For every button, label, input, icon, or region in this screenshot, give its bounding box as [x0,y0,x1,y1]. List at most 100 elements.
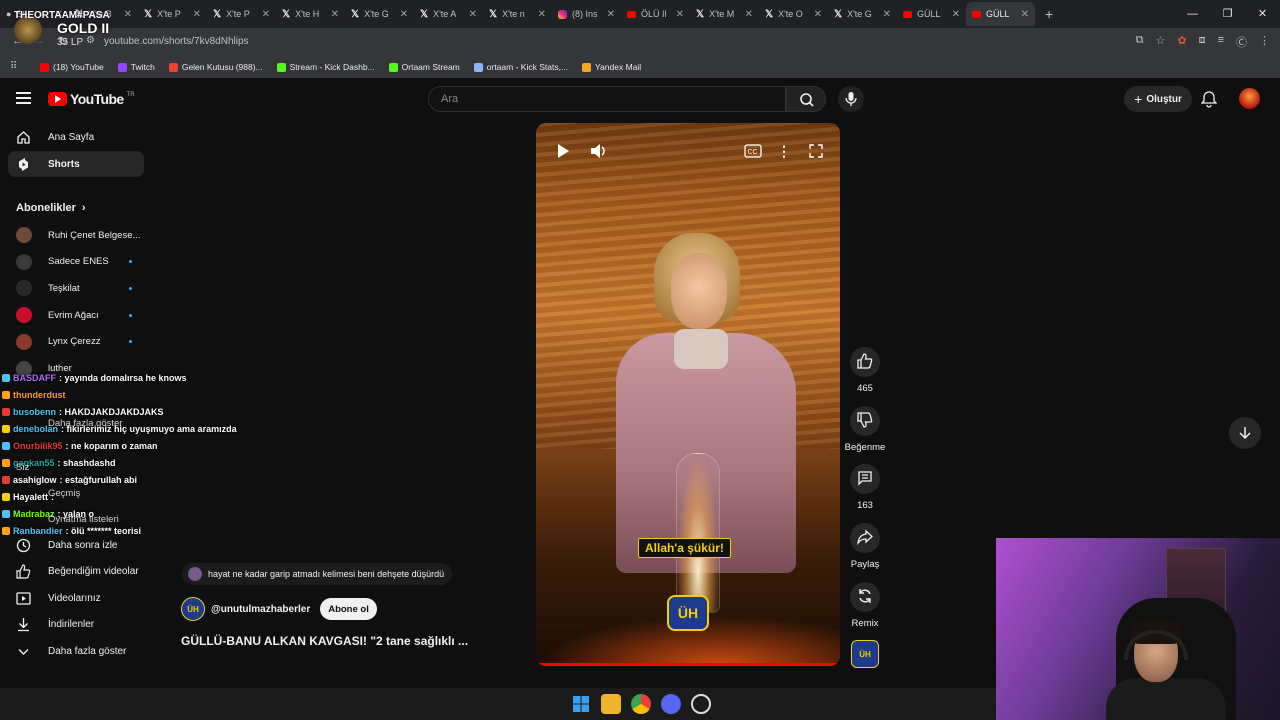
new-tab-button[interactable]: + [1035,6,1063,22]
restore-button[interactable]: ❐ [1210,0,1245,28]
bookmark-item[interactable]: ortaam - Kick Stats,... [473,62,568,72]
browser-tab[interactable]: 𝕏 X'te n ✕ [483,2,552,26]
close-tab-icon[interactable]: ✕ [538,9,546,20]
sidebar-item-label: Shorts [48,158,80,170]
browser-tab[interactable]: GÜLL ✕ [966,2,1035,26]
discord-icon[interactable] [661,694,681,714]
share-button[interactable] [850,523,880,553]
windows-start-icon[interactable] [571,694,591,714]
remix-audio-thumbnail[interactable]: ÜH [851,640,879,668]
sidebar-underlay-item[interactable]: Oynatma listeleri [48,514,119,525]
file-explorer-icon[interactable] [601,694,621,714]
sidebar-item-home[interactable]: Ana Sayfa [8,124,144,150]
sidebar-item-chevron-down[interactable]: Daha fazla göster [8,638,144,664]
bookmark-item[interactable]: Stream - Kick Dashb... [276,62,375,72]
comments-label: 163 [857,500,873,511]
browser-tab[interactable]: 𝕏 X'te A ✕ [414,2,483,26]
subscription-item[interactable]: Teşkilat [16,277,144,299]
close-window-button[interactable]: ✕ [1245,0,1280,28]
subscription-item[interactable]: Lynx Çerezz [16,331,144,353]
close-tab-icon[interactable]: ✕ [469,9,477,20]
fullscreen-button[interactable] [804,141,828,161]
subscription-item[interactable]: Ruhi Çenet Belgese... [16,224,144,246]
close-tab-icon[interactable]: ✕ [676,9,684,20]
create-button[interactable]: + Oluştur [1124,86,1192,112]
chevron-right-icon: › [81,202,86,214]
subscriptions-heading[interactable]: Abonelikler › [16,202,86,214]
sidebar-underlay-item[interactable]: Siz [16,462,29,473]
sidebar-item-download[interactable]: İndirilenler [8,612,144,638]
minimize-button[interactable]: — [1175,0,1210,28]
remix-button[interactable] [850,582,880,612]
browser-tab[interactable]: 𝕏 X'te G ✕ [828,2,897,26]
chat-username: busobenn [13,407,56,417]
menu-kebab-icon[interactable]: ⋮ [1259,34,1270,50]
apps-grid-icon[interactable]: ⠿ [10,61,17,72]
obs-icon[interactable] [691,694,711,714]
short-video-player[interactable]: CC ⋮ Allah'a şükür! ÜH [536,123,840,666]
browser-tab[interactable]: 𝕏 X'te H ✕ [276,2,345,26]
like-button[interactable] [850,347,880,377]
next-short-button[interactable] [1229,417,1261,449]
close-tab-icon[interactable]: ✕ [1021,9,1029,20]
volume-button[interactable] [587,141,611,161]
channel-avatar[interactable]: ÜH [181,597,205,621]
subscribe-button[interactable]: Abone ol [320,598,377,620]
notifications-bell-icon[interactable] [1200,90,1218,113]
video-progress-bar[interactable] [536,663,840,666]
chrome-icon[interactable] [631,694,651,714]
bookmark-item[interactable]: Yandex Mail [582,62,641,72]
comments-button[interactable] [850,464,880,494]
close-tab-icon[interactable]: ✕ [745,9,753,20]
puzzle-icon[interactable]: ⧈ [1199,34,1206,50]
close-tab-icon[interactable]: ✕ [607,9,615,20]
captions-button[interactable]: CC [741,141,765,161]
hamburger-menu-icon[interactable] [16,92,31,104]
sidebar-item-thumbs-up[interactable]: Beğendiğim videolar [8,559,144,585]
sidebar-underlay-item[interactable]: Daha fazla göster [48,418,122,429]
close-tab-icon[interactable]: ✕ [193,9,201,20]
sidebar-item-video[interactable]: Videolarınız [8,585,144,611]
search-button[interactable] [786,86,826,112]
progress-fill [536,663,840,666]
windows-taskbar [0,688,996,720]
bookmark-item[interactable]: Twitch [117,62,155,72]
play-button[interactable] [551,141,575,161]
dislike-button[interactable] [850,406,880,436]
bookmark-item[interactable]: Ortaam Stream [388,62,460,72]
close-tab-icon[interactable]: ✕ [883,9,891,20]
youtube-logo[interactable]: YouTube TR [48,91,135,107]
subscription-item[interactable]: Evrim Ağacı [16,304,144,326]
chat-badge-icon [2,459,10,467]
bookmark-star-icon[interactable]: ☆ [1155,34,1165,50]
voice-search-button[interactable] [838,86,864,112]
sidebar-underlay-item[interactable]: Geçmiş [48,488,80,499]
featured-comment[interactable]: hayat ne kadar garip atmadı kelimesi ben… [182,563,453,585]
subscription-item[interactable]: Sadece ENES [16,251,144,273]
short-title[interactable]: GÜLLÜ-BANU ALKAN KAVGASI! "2 tane sağlık… [181,634,468,648]
browser-tab[interactable]: 𝕏 X'te O ✕ [759,2,828,26]
account-avatar[interactable] [1239,88,1260,109]
browser-tab[interactable]: 𝕏 X'te G ✕ [345,2,414,26]
browser-tab[interactable]: (8) Ins ✕ [552,2,621,26]
close-tab-icon[interactable]: ✕ [814,9,822,20]
browser-tab[interactable]: 𝕏 X'te P ✕ [207,2,276,26]
bookmark-item[interactable]: Gelen Kutusu (988)... [168,62,263,72]
close-tab-icon[interactable]: ✕ [262,9,270,20]
profile-icon[interactable]: Ⓒ [1236,34,1247,50]
channel-name[interactable]: @unutulmazhaberler [211,604,310,615]
more-options-button[interactable]: ⋮ [772,141,796,161]
browser-tab[interactable]: GÜLL ✕ [897,2,966,26]
close-tab-icon[interactable]: ✕ [400,9,408,20]
close-tab-icon[interactable]: ✕ [952,9,960,20]
bookmark-item[interactable]: (18) YouTube [40,62,104,72]
extension-icon[interactable]: ✿ [1177,34,1186,50]
install-icon[interactable]: ⧉ [1136,34,1144,50]
browser-tab[interactable]: ÖLÜ Il ✕ [621,2,690,26]
browser-tab[interactable]: 𝕏 X'te M ✕ [690,2,759,26]
search-input[interactable]: Ara [428,86,786,112]
shorts-icon [16,157,31,172]
close-tab-icon[interactable]: ✕ [331,9,339,20]
sidebar-item-shorts[interactable]: Shorts [8,151,144,177]
reading-list-icon[interactable]: ≡ [1218,34,1224,50]
